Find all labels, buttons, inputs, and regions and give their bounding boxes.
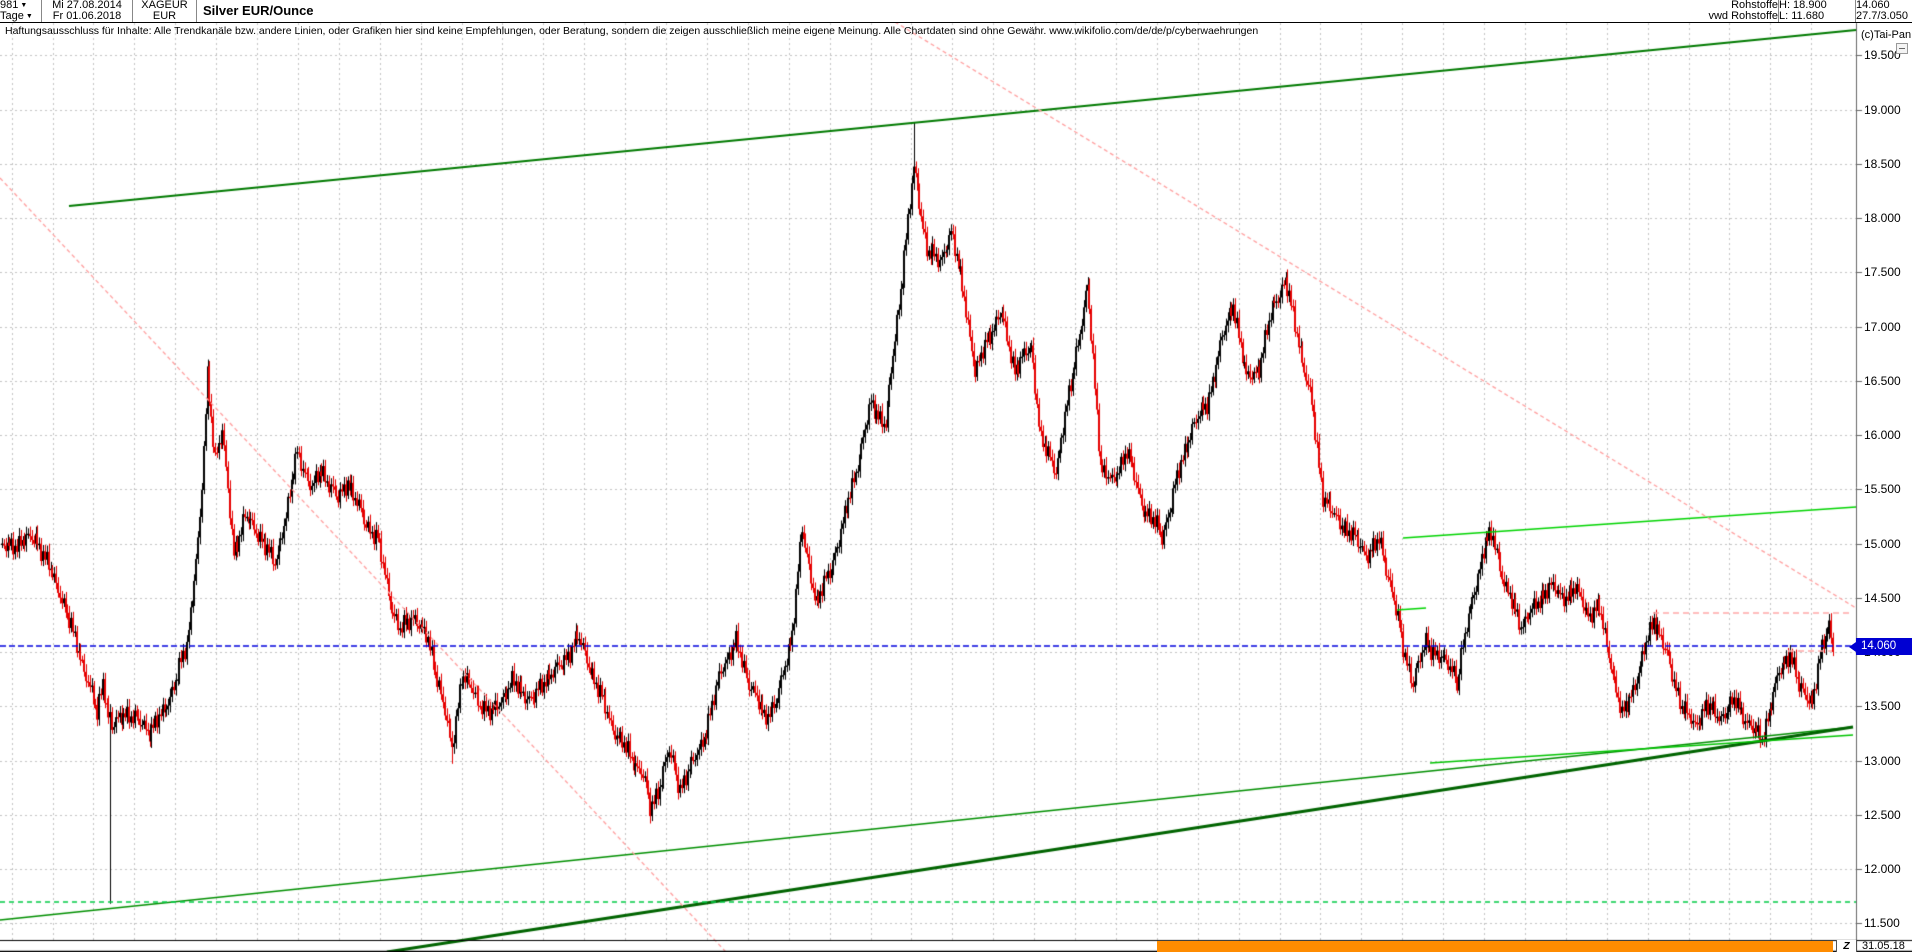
taipan-chart-window: 981 ▼ Tage ▼ Mi 27.08.2014 Fr 01.06.2018 X… <box>0 0 1912 952</box>
last-price-cell: 14.060 27.7/3.050 <box>1856 0 1912 22</box>
disclaimer-text: Haftungsausschluss für Inhalte: Alle Tre… <box>5 25 1259 37</box>
y-axis-label: 12.000 <box>1864 862 1901 877</box>
page-title: Silver EUR/Ounce <box>203 3 314 18</box>
x-axis-labels: 10.1411.1412.1401.1502.1503.1504.1505.15… <box>0 941 1912 952</box>
currency-code: EUR <box>152 11 177 22</box>
y-axis-label: 13.500 <box>1864 699 1901 714</box>
y-axis-label: 16.500 <box>1864 373 1901 388</box>
last-price-value: 14.060 <box>1856 0 1890 11</box>
symbol-code: XAGEUR <box>141 0 188 11</box>
instrument-title-cell: Silver EUR/Ounce <box>197 0 577 22</box>
y-axis-label: 13.000 <box>1864 753 1901 768</box>
chevron-down-icon: ▼ <box>20 2 28 9</box>
price-chart-canvas[interactable] <box>0 0 1912 952</box>
bars-timeframe-cell: 981 ▼ Tage ▼ <box>0 0 42 22</box>
timeframe-dropdown[interactable]: Tage ▼ <box>0 11 41 22</box>
feed-name: Rohstoffe <box>1731 0 1778 11</box>
y-axis-label: 18.500 <box>1864 156 1901 171</box>
date-range-cell: Mi 27.08.2014 Fr 01.06.2018 <box>42 0 133 22</box>
last-date-label: 31.05.18 <box>1862 940 1905 952</box>
collapse-panel-icon[interactable] <box>1896 43 1908 54</box>
copyright-label: (c)Tai-Pan <box>1861 29 1912 41</box>
period-low: L: 11.680 <box>1779 11 1825 22</box>
y-axis-label: 11.500 <box>1864 916 1900 931</box>
chevron-down-icon: ▼ <box>25 13 33 20</box>
y-axis-label: 18.000 <box>1864 211 1901 226</box>
date-to[interactable]: Fr 01.06.2018 <box>42 11 132 22</box>
zoom-button[interactable]: Z <box>1836 940 1857 952</box>
period-high: H: 18.900 <box>1779 0 1827 11</box>
bars-count-dropdown[interactable]: 981 ▼ <box>0 0 41 11</box>
y-axis-label: 17.500 <box>1864 265 1901 280</box>
y-axis-label: 16.000 <box>1864 428 1901 443</box>
y-axis-label: 15.000 <box>1864 536 1901 551</box>
y-axis-label: 14.500 <box>1864 590 1901 605</box>
range-info-value: 27.7/3.050 <box>1856 11 1908 22</box>
last-price-badge: 14.060 <box>1856 638 1912 655</box>
last-price-marker-arrow <box>1849 642 1856 652</box>
symbol-cell: XAGEUR EUR <box>133 0 197 22</box>
feed-provider: vwd Rohstoffe <box>1708 11 1778 22</box>
chart-header: 981 ▼ Tage ▼ Mi 27.08.2014 Fr 01.06.2018 X… <box>0 0 1912 23</box>
y-axis-label: 12.500 <box>1864 807 1901 822</box>
high-low-cell: H: 18.900 L: 11.680 <box>1779 0 1856 22</box>
y-axis-label: 15.500 <box>1864 482 1901 497</box>
datafeed-cell: Rohstoffe vwd Rohstoffe <box>1697 0 1779 22</box>
date-from[interactable]: Mi 27.08.2014 <box>42 0 132 11</box>
y-axis-label: 19.000 <box>1864 102 1901 117</box>
y-axis-label: 17.000 <box>1864 319 1901 334</box>
